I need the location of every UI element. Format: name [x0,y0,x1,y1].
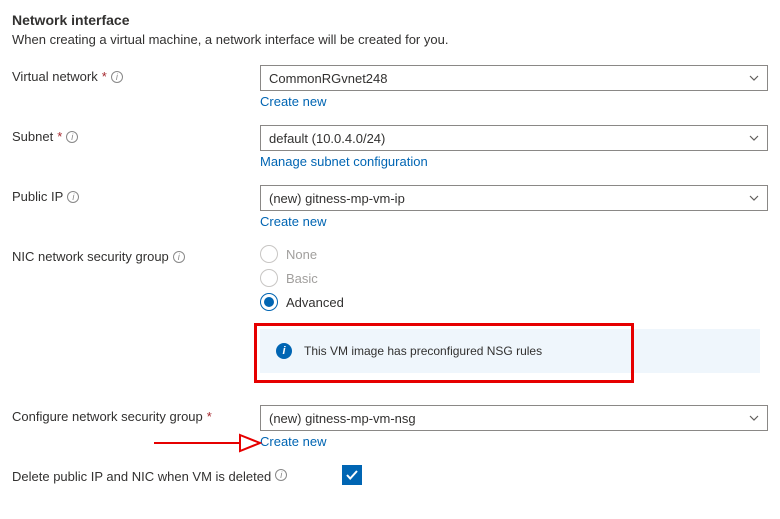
virtual-network-create-link[interactable]: Create new [260,94,326,109]
chevron-down-icon [749,193,759,203]
subnet-dropdown[interactable]: default (10.0.4.0/24) [260,125,768,151]
chevron-down-icon [749,413,759,423]
radio-icon [260,245,278,263]
configure-nsg-label: Configure network security group [12,409,203,426]
nsg-info-banner-text: This VM image has preconfigured NSG rule… [304,344,542,358]
radio-icon [260,293,278,311]
info-icon[interactable] [111,71,123,83]
section-description: When creating a virtual machine, a netwo… [12,32,768,47]
required-indicator: * [57,129,62,146]
nsg-radio-advanced[interactable]: Advanced [260,293,768,311]
info-icon[interactable] [67,191,79,203]
subnet-value: default (10.0.4.0/24) [269,131,385,146]
info-icon[interactable] [66,131,78,143]
section-title: Network interface [12,12,768,28]
info-icon [276,343,292,359]
nsg-info-banner: This VM image has preconfigured NSG rule… [260,329,760,373]
virtual-network-value: CommonRGvnet248 [269,71,388,86]
public-ip-label: Public IP [12,189,63,206]
nsg-radio-none-label: None [286,247,317,262]
delete-ip-nic-label: Delete public IP and NIC when VM is dele… [12,469,271,486]
info-icon[interactable] [173,251,185,263]
required-indicator: * [102,69,107,86]
info-icon[interactable] [275,469,287,481]
configure-nsg-value: (new) gitness-mp-vm-nsg [269,411,416,426]
public-ip-dropdown[interactable]: (new) gitness-mp-vm-ip [260,185,768,211]
nsg-radio-none[interactable]: None [260,245,768,263]
delete-ip-nic-checkbox[interactable] [342,465,362,485]
virtual-network-label: Virtual network [12,69,98,86]
configure-nsg-create-link[interactable]: Create new [260,434,326,449]
subnet-label: Subnet [12,129,53,146]
configure-nsg-dropdown[interactable]: (new) gitness-mp-vm-nsg [260,405,768,431]
nsg-radio-basic[interactable]: Basic [260,269,768,287]
radio-icon [260,269,278,287]
chevron-down-icon [749,133,759,143]
nic-nsg-label: NIC network security group [12,249,169,266]
public-ip-create-link[interactable]: Create new [260,214,326,229]
arrow-annotation [152,429,262,457]
nsg-radio-advanced-label: Advanced [286,295,344,310]
public-ip-value: (new) gitness-mp-vm-ip [269,191,405,206]
chevron-down-icon [749,73,759,83]
subnet-manage-link[interactable]: Manage subnet configuration [260,154,428,169]
virtual-network-dropdown[interactable]: CommonRGvnet248 [260,65,768,91]
nsg-radio-basic-label: Basic [286,271,318,286]
required-indicator: * [207,409,212,426]
